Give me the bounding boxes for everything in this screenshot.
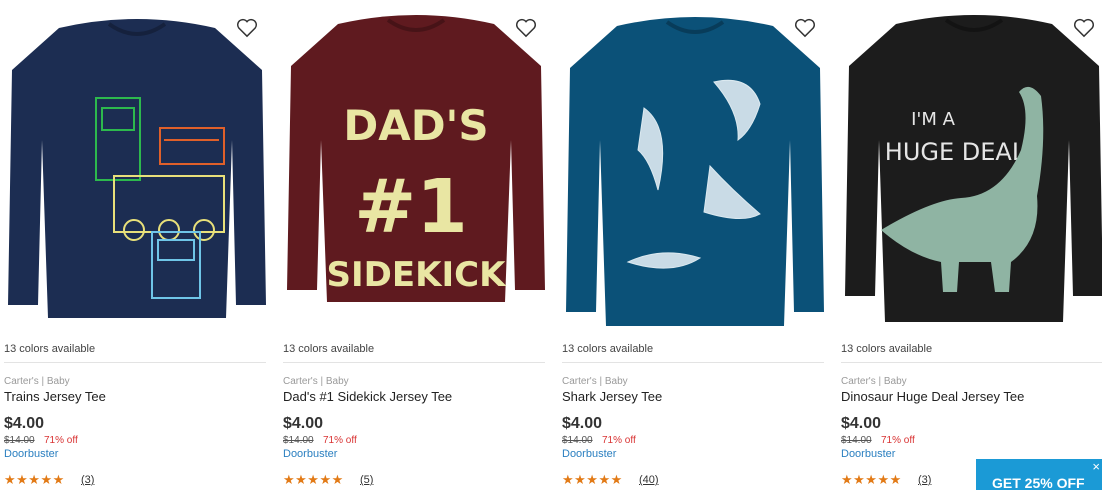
shirt-image[interactable]: DAD'S #1 SIDEKICK xyxy=(283,0,549,335)
heart-outline-icon[interactable] xyxy=(515,18,537,38)
doorbuster-tag: Doorbuster xyxy=(562,448,617,460)
shirt-image[interactable]: I'M A HUGE DEAL xyxy=(841,0,1102,335)
product-name-link[interactable]: Dinosaur Huge Deal Jersey Tee xyxy=(841,389,1024,404)
sale-price: $4.00 xyxy=(4,415,45,432)
divider xyxy=(283,362,545,363)
doorbuster-tag: Doorbuster xyxy=(4,448,59,460)
divider xyxy=(841,362,1102,363)
rating-stars: ★★★★★ xyxy=(283,472,344,487)
product-name-link[interactable]: Shark Jersey Tee xyxy=(562,389,662,404)
original-price: $14.00 xyxy=(841,435,872,446)
product-name-link[interactable]: Trains Jersey Tee xyxy=(4,389,106,404)
product-image[interactable] xyxy=(4,0,270,335)
colors-available: 13 colors available xyxy=(562,343,654,355)
graphic-text-sidekick: SIDEKICK xyxy=(327,255,508,295)
doorbuster-tag: Doorbuster xyxy=(841,448,896,460)
sale-price: $4.00 xyxy=(562,415,603,432)
brand-label: Carter's | Baby xyxy=(283,376,349,387)
close-icon[interactable]: × xyxy=(1092,459,1100,474)
sale-price: $4.00 xyxy=(283,415,324,432)
colors-available: 13 colors available xyxy=(283,343,375,355)
doorbuster-tag: Doorbuster xyxy=(283,448,338,460)
product-image[interactable]: DAD'S #1 SIDEKICK xyxy=(283,0,549,335)
product-image[interactable]: I'M A HUGE DEAL xyxy=(841,0,1102,335)
graphic-text-im-a: I'M A xyxy=(911,109,956,130)
discount-label: 71% off xyxy=(44,435,78,446)
graphic-text-dads: DAD'S xyxy=(343,101,488,150)
heart-outline-icon[interactable] xyxy=(236,18,258,38)
original-price: $14.00 xyxy=(283,435,314,446)
graphic-text-huge-deal: HUGE DEAL xyxy=(885,138,1026,166)
divider xyxy=(562,362,824,363)
original-price: $14.00 xyxy=(4,435,35,446)
discount-label: 71% off xyxy=(323,435,357,446)
discount-label: 71% off xyxy=(602,435,636,446)
colors-available: 13 colors available xyxy=(4,343,96,355)
brand-label: Carter's | Baby xyxy=(841,376,907,387)
shirt-image[interactable] xyxy=(562,0,828,335)
discount-label: 71% off xyxy=(881,435,915,446)
product-image[interactable] xyxy=(562,0,828,335)
brand-label: Carter's | Baby xyxy=(4,376,70,387)
graphic-text-number: #1 xyxy=(354,164,468,250)
product-card[interactable]: 13 colors available Carter's | Baby Shar… xyxy=(562,0,828,490)
sale-price: $4.00 xyxy=(841,415,882,432)
promo-banner[interactable]: GET 25% OFF × xyxy=(976,459,1102,490)
heart-outline-icon[interactable] xyxy=(794,18,816,38)
review-count-link[interactable]: (3) xyxy=(918,474,931,486)
product-grid: 13 colors available Carter's | Baby Trai… xyxy=(0,0,1102,490)
product-name-link[interactable]: Dad's #1 Sidekick Jersey Tee xyxy=(283,389,452,404)
colors-available: 13 colors available xyxy=(841,343,933,355)
divider xyxy=(4,362,266,363)
original-price: $14.00 xyxy=(562,435,593,446)
product-card[interactable]: DAD'S #1 SIDEKICK 13 colors available Ca… xyxy=(283,0,549,490)
product-card[interactable]: I'M A HUGE DEAL 13 colors available Cart… xyxy=(841,0,1102,490)
shirt-image[interactable] xyxy=(4,0,270,335)
review-count-link[interactable]: (3) xyxy=(81,474,94,486)
brand-label: Carter's | Baby xyxy=(562,376,628,387)
rating-stars: ★★★★★ xyxy=(562,472,623,487)
product-card[interactable]: 13 colors available Carter's | Baby Trai… xyxy=(4,0,270,490)
promo-label: GET 25% OFF xyxy=(992,475,1085,490)
heart-outline-icon[interactable] xyxy=(1073,18,1095,38)
review-count-link[interactable]: (40) xyxy=(639,474,659,486)
rating-stars: ★★★★★ xyxy=(4,472,65,487)
review-count-link[interactable]: (5) xyxy=(360,474,373,486)
rating-stars: ★★★★★ xyxy=(841,472,902,487)
